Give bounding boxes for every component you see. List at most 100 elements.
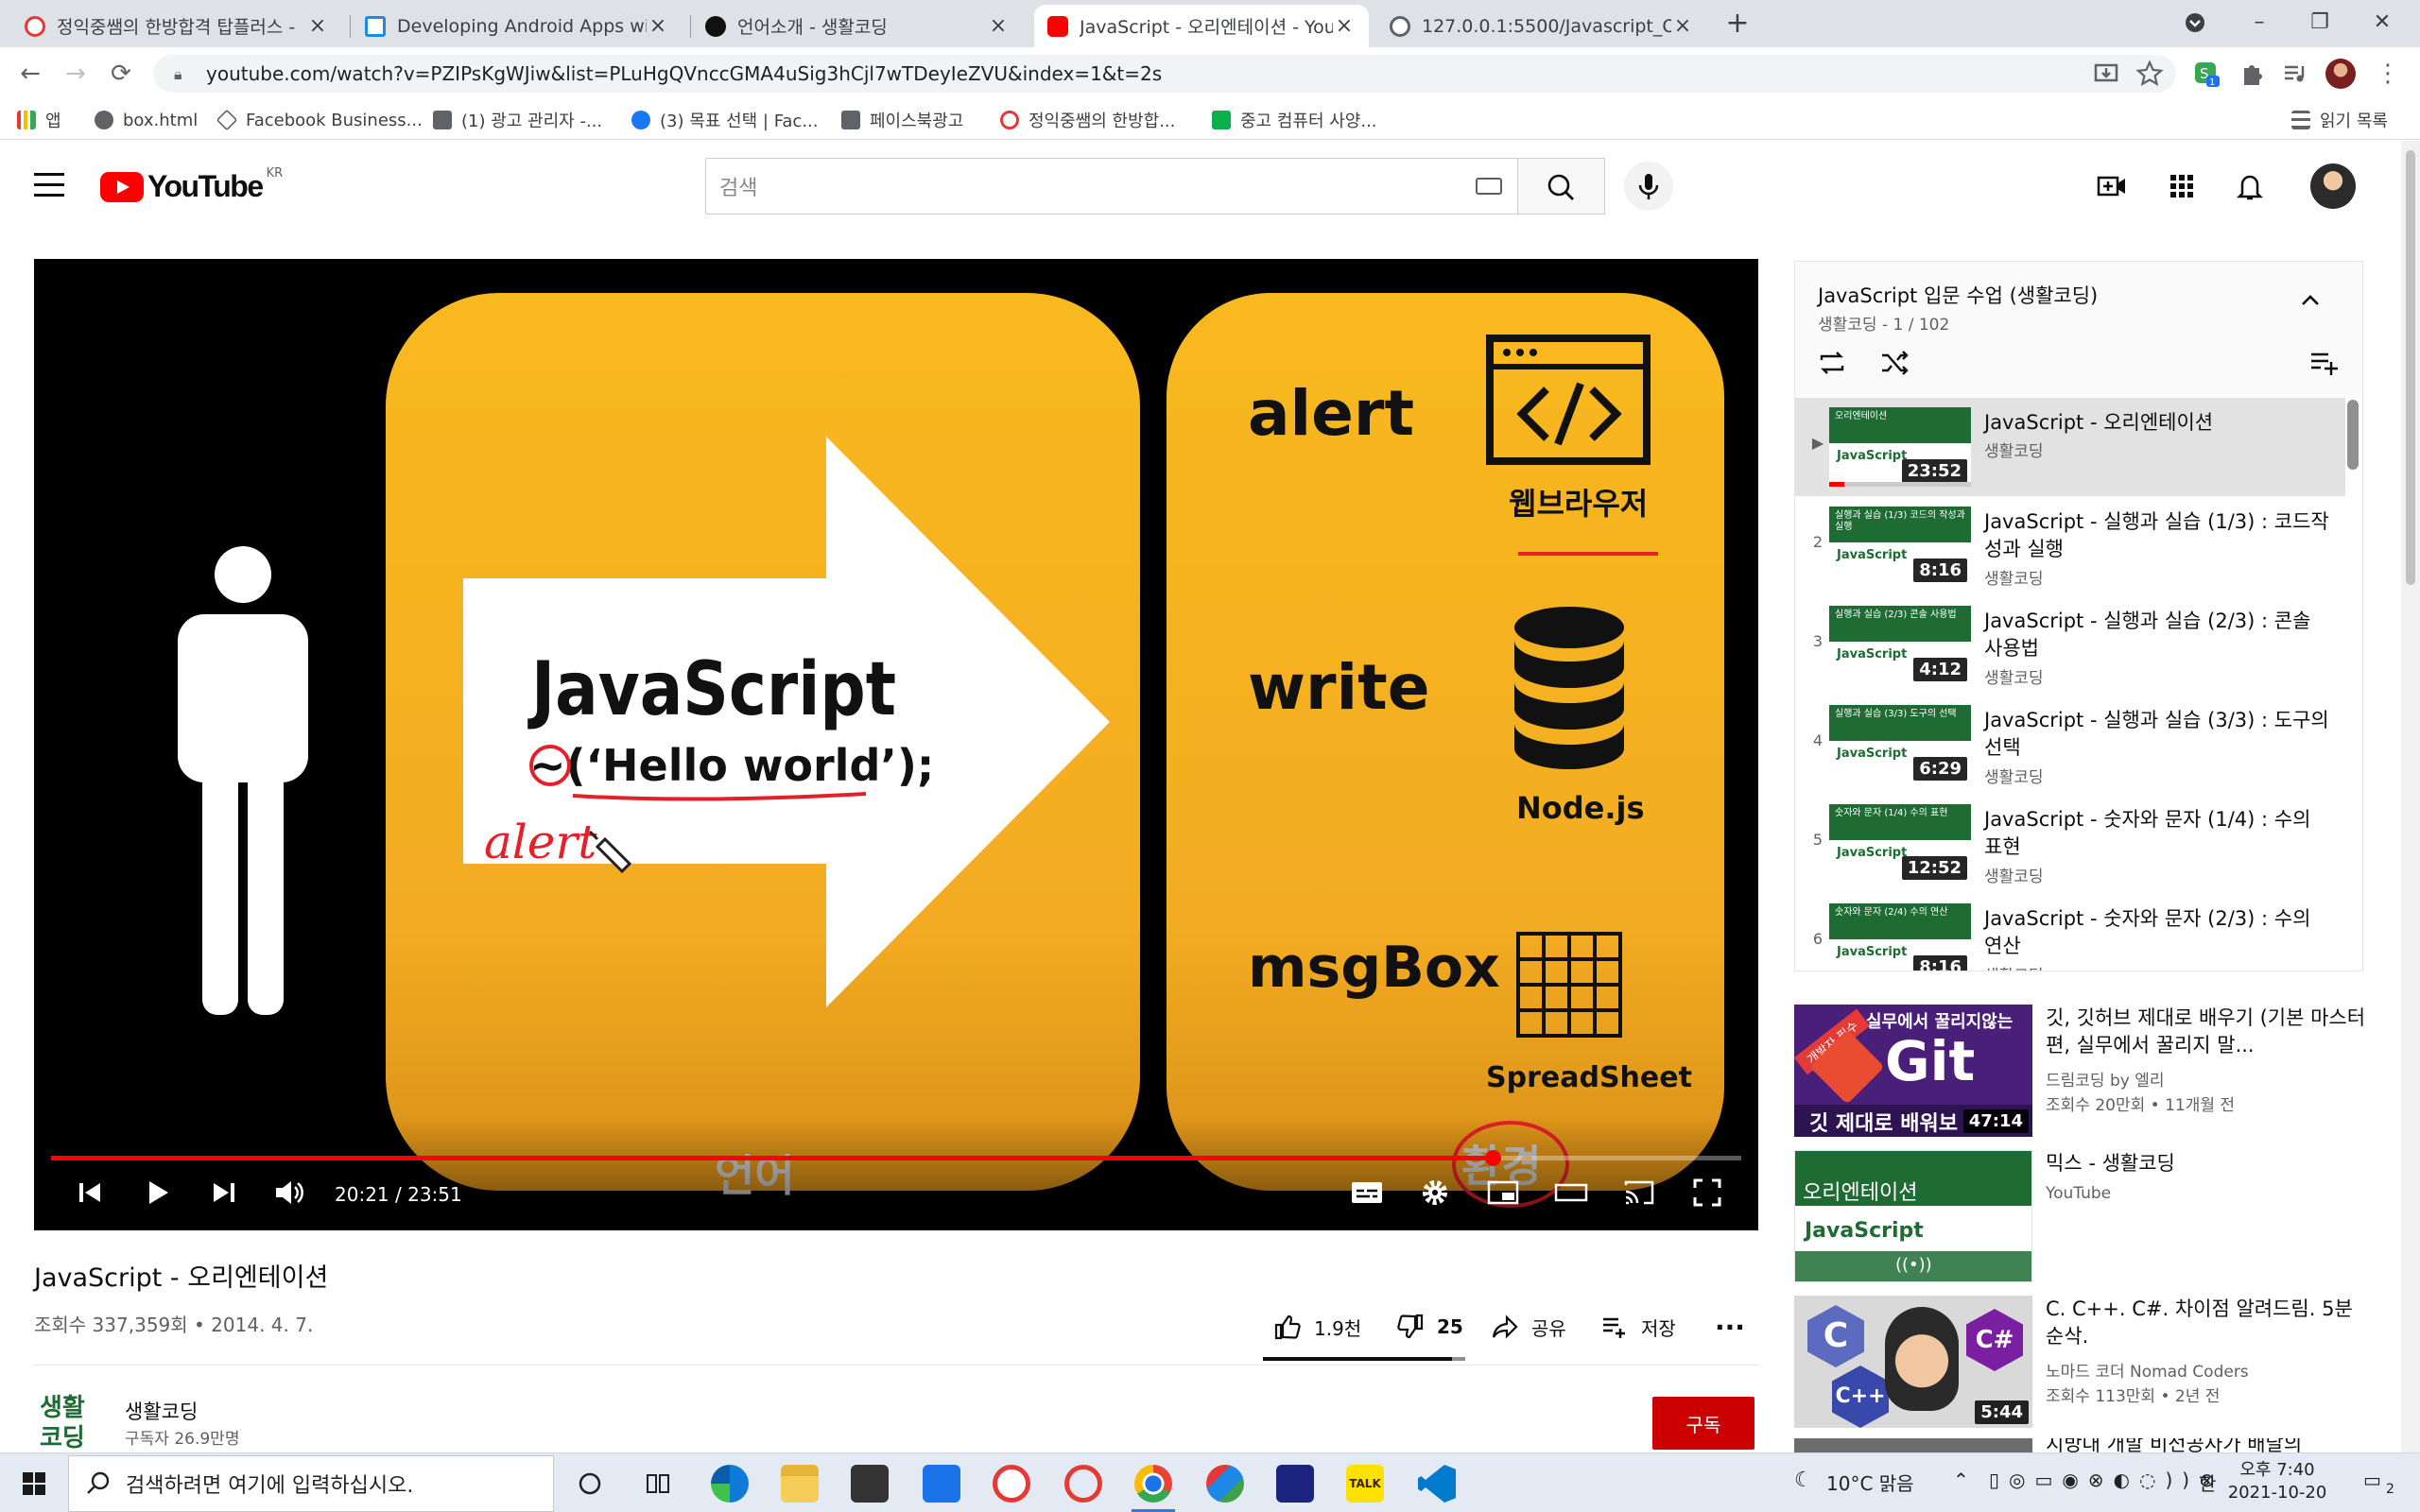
page-scrollbar-thumb[interactable] [2406,150,2415,585]
recommendation-title[interactable]: C. C++. C#. 차이점 알려드림. 5분 순삭. [2046,1296,2367,1350]
bookmark-apps[interactable]: 앱 [17,108,61,132]
save-button[interactable]: 저장 [1599,1302,1676,1351]
video-thumbnail[interactable] [1794,1438,2032,1452]
bookmark-item[interactable]: (1) 광고 관리자 -... [433,108,602,132]
store-bag-icon[interactable] [851,1465,889,1503]
install-app-icon[interactable] [2091,59,2121,89]
apps-grid-icon[interactable] [2165,169,2199,203]
forward-button[interactable]: → [59,57,93,91]
playlist-subtitle[interactable]: 생활코딩 - 1 / 102 [1818,311,1949,335]
bookmark-item[interactable]: 페이스북광고 [841,108,963,132]
recommendation-channel[interactable]: 노마드 코더 Nomad Coders [2046,1358,2249,1382]
browser-tab-active[interactable]: JavaScript - 오리엔테이션 - YouT × [1034,5,1369,47]
settings-gear-icon[interactable] [1416,1174,1454,1211]
recommendation-item[interactable]: 지방대 개발 비전공자가 배달의 [1794,1438,2380,1452]
bookmark-item[interactable]: 중고 컴퓨터 사양... [1212,108,1377,132]
extension-badge-icon[interactable]: S1 [2191,59,2221,89]
miniplayer-icon[interactable] [1484,1174,1522,1211]
playlist-scrollbar[interactable] [2347,400,2359,470]
reading-list-button[interactable]: 읽기 목록 [2291,108,2388,132]
keyboard-icon[interactable] [1476,178,1502,195]
next-video-icon[interactable] [204,1174,242,1211]
recommendation-title[interactable]: 깃, 깃허브 제대로 배우기 (기본 마스터편, 실무에서 꿀리지 말... [2046,1005,2367,1059]
playlist-title[interactable]: JavaScript 입문 수업 (생활코딩) [1818,281,2098,309]
notifications-bell-icon[interactable] [2233,169,2267,203]
recommendation-item[interactable]: 오리엔테이션 JavaScript ((•)) 믹스 - 생활코딩 YouTub… [1794,1150,2380,1282]
restore-button[interactable]: ❐ [2301,6,2339,40]
progress-bar[interactable] [51,1150,1741,1166]
account-avatar[interactable] [2310,163,2356,209]
mail-icon[interactable] [923,1465,960,1503]
tab-close-icon[interactable]: × [306,14,329,38]
task-view-icon[interactable] [639,1465,677,1503]
playlist-item-thumbnail[interactable]: 숫자와 문자 (2/4) 수의 연산 JavaScript 8:16 [1829,903,1971,971]
guide-menu-icon[interactable] [34,173,64,199]
share-button[interactable]: 공유 [1490,1302,1566,1351]
browser-tab[interactable]: Developing Android Apps with × [352,5,683,47]
taskbar-search-input[interactable]: 검색하려면 여기에 입력하십시오. [68,1455,554,1512]
search-input[interactable]: 검색 [705,158,1518,215]
like-button[interactable]: 1.9천 [1272,1302,1361,1351]
profile-avatar-icon[interactable] [2325,59,2356,89]
cast-icon[interactable] [1620,1174,1658,1211]
browser-tab[interactable]: 언어소개 - 생활코딩 × [692,5,1023,47]
channel-avatar[interactable]: 생활 코딩 [34,1385,100,1452]
voice-search-button[interactable] [1624,162,1673,211]
reload-button[interactable]: ⟳ [104,57,138,91]
collapse-chevron-icon[interactable] [2292,283,2328,318]
playlist-item-thumbnail[interactable]: 실행과 실습 (2/3) 콘솔 사용법 JavaScript 4:12 [1829,606,1971,685]
file-explorer-icon[interactable] [781,1465,819,1503]
bookmark-item[interactable]: 정익중쌤의 한방합... [1000,108,1175,132]
previous-video-icon[interactable] [72,1174,110,1211]
ime-indicator[interactable]: 한 [2199,1469,2216,1496]
recommendation-channel[interactable]: 드림코딩 by 엘리 [2046,1067,2165,1091]
chrome-icon[interactable] [1134,1465,1172,1503]
create-video-icon[interactable] [2095,169,2129,203]
video-thumbnail[interactable]: 오리엔테이션 JavaScript ((•)) [1794,1150,2032,1282]
playlist-add-icon[interactable] [2306,345,2342,381]
bookmark-star-icon[interactable] [2135,59,2165,89]
app-red-circle-icon[interactable] [993,1465,1030,1503]
progress-scrubber[interactable] [1485,1150,1502,1166]
playlist-item-title[interactable]: JavaScript - 숫자와 문자 (2/3) : 수의 연산 [1984,905,2334,960]
minimize-button[interactable]: – [2240,6,2278,40]
notification-center-icon[interactable]: ▭ [2363,1469,2381,1491]
tab-close-icon[interactable]: × [1671,14,1694,38]
video-thumbnail[interactable]: 개발자 필수 실무에서 꿀리지않는 Git 깃 제대로 배워보 47:14 [1794,1005,2032,1137]
search-button[interactable] [1518,158,1605,215]
tray-chevron-icon[interactable]: ⌃ [1953,1469,1969,1491]
recommendation-title[interactable]: 지방대 개발 비전공자가 배달의 [2046,1438,2367,1452]
playlist-item-thumbnail[interactable]: 오리엔테이션 JavaScript 23:52 [1829,407,1971,487]
bookmark-item[interactable]: box.html [95,108,198,132]
playlist-item-title[interactable]: JavaScript - 오리엔테이션 [1984,409,2334,437]
playlist-item-thumbnail[interactable]: 실행과 실습 (1/3) 코드의 작성과 실행 JavaScript 8:16 [1829,507,1971,586]
tab-close-icon[interactable]: × [1333,14,1356,38]
playlist-item[interactable]: 5 숫자와 문자 (1/4) 수의 표현 JavaScript 12:52 JavaSc… [1795,795,2345,893]
playlist-item-title[interactable]: JavaScript - 실행과 실습 (3/3) : 도구의선택 [1984,707,2334,762]
chrome-menu-icon[interactable]: ⋮ [2371,57,2405,91]
bookmark-item[interactable]: (3) 목표 선택 | Fac... [631,108,818,132]
playlist-item[interactable]: ▶ 오리엔테이션 JavaScript 23:52 JavaScript - 오리엔테이… [1795,398,2345,496]
cortana-icon[interactable] [571,1465,609,1503]
kakaotalk-icon[interactable]: TALK [1346,1465,1384,1503]
playlist-item-thumbnail[interactable]: 실행과 실습 (3/3) 도구의 선택 JavaScript 6:29 [1829,705,1971,784]
playlist-item[interactable]: 6 숫자와 문자 (2/4) 수의 연산 JavaScript 8:16 JavaScr… [1795,894,2345,971]
windows-start-icon[interactable] [15,1465,53,1503]
edge-browser-icon[interactable] [711,1465,749,1503]
taskbar-clock[interactable]: 오후 7:40 2021-10-20 [2227,1459,2327,1504]
media-control-icon[interactable] [2280,59,2310,89]
playlist-item-title[interactable]: JavaScript - 실행과 실습 (2/3) : 콘솔 사용법 [1984,608,2334,662]
playlist-item[interactable]: 2 실행과 실습 (1/3) 코드의 작성과 실행 JavaScript 8:16 Ja… [1795,497,2345,595]
playlist-item[interactable]: 4 실행과 실습 (3/3) 도구의 선택 JavaScript 6:29 JavaSc… [1795,696,2345,794]
dislike-button[interactable]: 25 [1395,1302,1463,1351]
youtube-logo[interactable]: YouTube KR [100,166,283,204]
loop-icon[interactable] [1814,345,1850,381]
tab-close-icon[interactable]: × [647,14,669,38]
playlist-item-title[interactable]: JavaScript - 실행과 실습 (1/3) : 코드작성과 실행 [1984,508,2334,563]
close-window-button[interactable]: ✕ [2363,6,2401,40]
playlist-item[interactable]: 3 실행과 실습 (2/3) 콘솔 사용법 JavaScript 4:12 JavaSc… [1795,596,2345,695]
back-button[interactable]: ← [13,57,47,91]
weather-text[interactable]: 10°C 맑음 [1826,1469,1914,1496]
recommendation-item[interactable]: C C++ C# 5:44 C. C++. C#. 차이점 알려드림. 5분 순… [1794,1296,2380,1428]
vscode-icon[interactable] [1418,1465,1456,1503]
